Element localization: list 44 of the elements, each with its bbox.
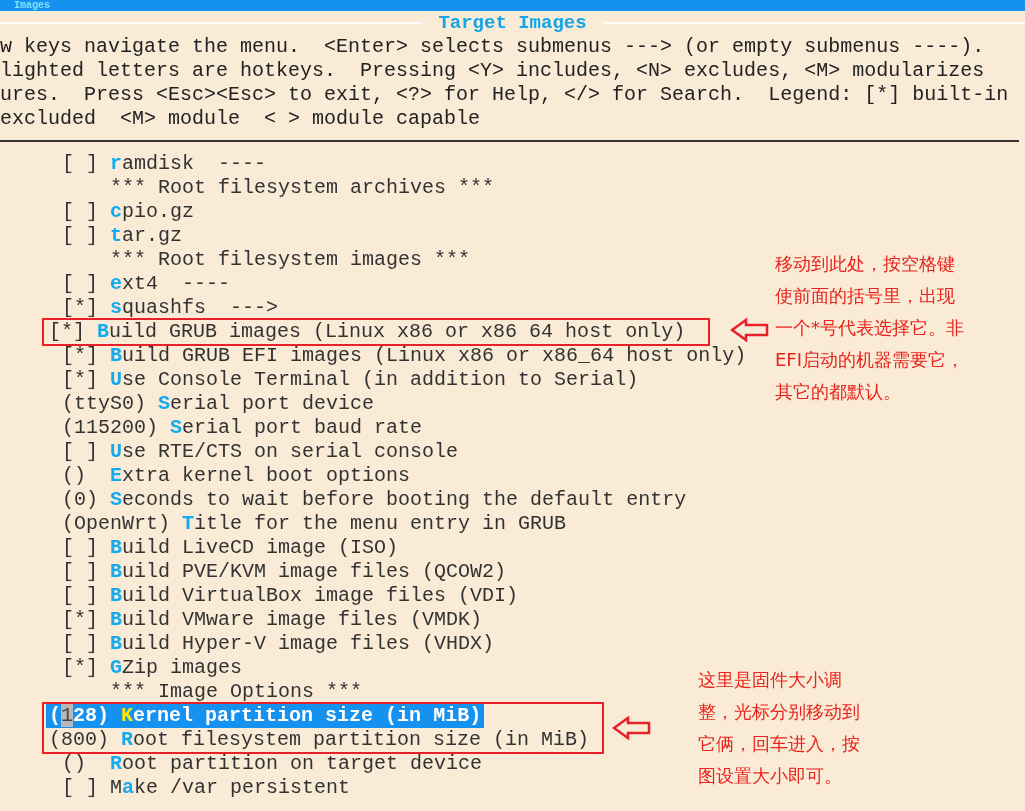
menu-option[interactable]: (115200) Serial port baud rate: [59, 416, 426, 440]
menu-option[interactable]: (OpenWrt) Title for the menu entry in GRUB: [59, 512, 570, 536]
menu-option[interactable]: () Root partition on target device: [59, 752, 486, 776]
menu-comment: *** Root filesystem archives ***: [109, 176, 496, 200]
menu-option[interactable]: (ttyS0) Serial port device: [59, 392, 378, 416]
menu-comment: *** Root filesystem images ***: [109, 248, 472, 272]
left-arrow-icon: [730, 317, 770, 343]
annotation-note: 图设置大小即可。: [698, 764, 842, 788]
dialog-title: Target Images: [437, 12, 588, 34]
window-title: Images: [14, 0, 50, 11]
menu-option[interactable]: [*] Build VMware image files (VMDK): [59, 608, 486, 632]
menu-option[interactable]: (128) Kernel partition size (in MiB): [46, 704, 485, 728]
menu-option[interactable]: (0) Seconds to wait before booting the default entry: [59, 488, 690, 512]
menu-option[interactable]: [*] Build GRUB EFI images (Linux x86 or x86_64 host only): [59, 344, 750, 368]
help-text: excluded <M> module < > module capable: [0, 107, 482, 131]
annotation-note: 它俩，回车进入，按: [698, 732, 860, 756]
menu-option[interactable]: [ ] ext4 ----: [59, 272, 234, 296]
annotation-note: 整，光标分别移动到: [698, 700, 860, 724]
menu-option[interactable]: [*] GZip images: [59, 656, 246, 680]
menu-option[interactable]: [*] squashfs --->: [59, 296, 282, 320]
menu-option[interactable]: [ ] Build LiveCD image (ISO): [59, 536, 402, 560]
help-text: ures. Press <Esc><Esc> to exit, <?> for Help, </> for Search. Legend: [*] built-in: [0, 83, 1010, 107]
menu-option[interactable]: [ ] cpio.gz: [59, 200, 198, 224]
help-text: w keys navigate the menu. <Enter> selects submenus ---> (or empty submenus ----).: [0, 35, 986, 59]
menu-option[interactable]: [ ] tar.gz: [59, 224, 186, 248]
annotation-note: 使前面的括号里，出现: [775, 284, 955, 308]
annotation-note: 一个*号代表选择它。非: [775, 316, 964, 340]
menu-option[interactable]: [ ] Build PVE/KVM image files (QCOW2): [59, 560, 510, 584]
menu-option[interactable]: [*] Build GRUB images (Linux x86 or x86 64 host only): [46, 320, 689, 344]
annotation-note: 移动到此处，按空格键: [775, 252, 955, 276]
menu-option[interactable]: [ ] ramdisk ----: [59, 152, 270, 176]
menu-option[interactable]: [ ] Build Hyper-V image files (VHDX): [59, 632, 498, 656]
menu-comment: *** Image Options ***: [109, 680, 364, 704]
menu-option[interactable]: () Extra kernel boot options: [59, 464, 414, 488]
annotation-note: EFI启动的机器需要它，: [775, 348, 965, 372]
left-arrow-icon: [612, 715, 652, 741]
menu-option[interactable]: [ ] Use RTE/CTS on serial console: [59, 440, 462, 464]
help-text: lighted letters are hotkeys. Pressing <Y> includes, <N> excludes, <M> modularizes: [0, 59, 986, 83]
menu-option[interactable]: [ ] Make /var persistent: [59, 776, 354, 800]
menu-option[interactable]: (800) Root filesystem partition size (in MiB): [46, 728, 593, 752]
menu-option[interactable]: [*] Use Console Terminal (in addition to Serial): [59, 368, 642, 392]
menu-option[interactable]: [ ] Build VirtualBox image files (VDI): [59, 584, 522, 608]
annotation-note: 这里是固件大小调: [698, 668, 842, 692]
annotation-note: 其它的都默认。: [775, 380, 901, 404]
